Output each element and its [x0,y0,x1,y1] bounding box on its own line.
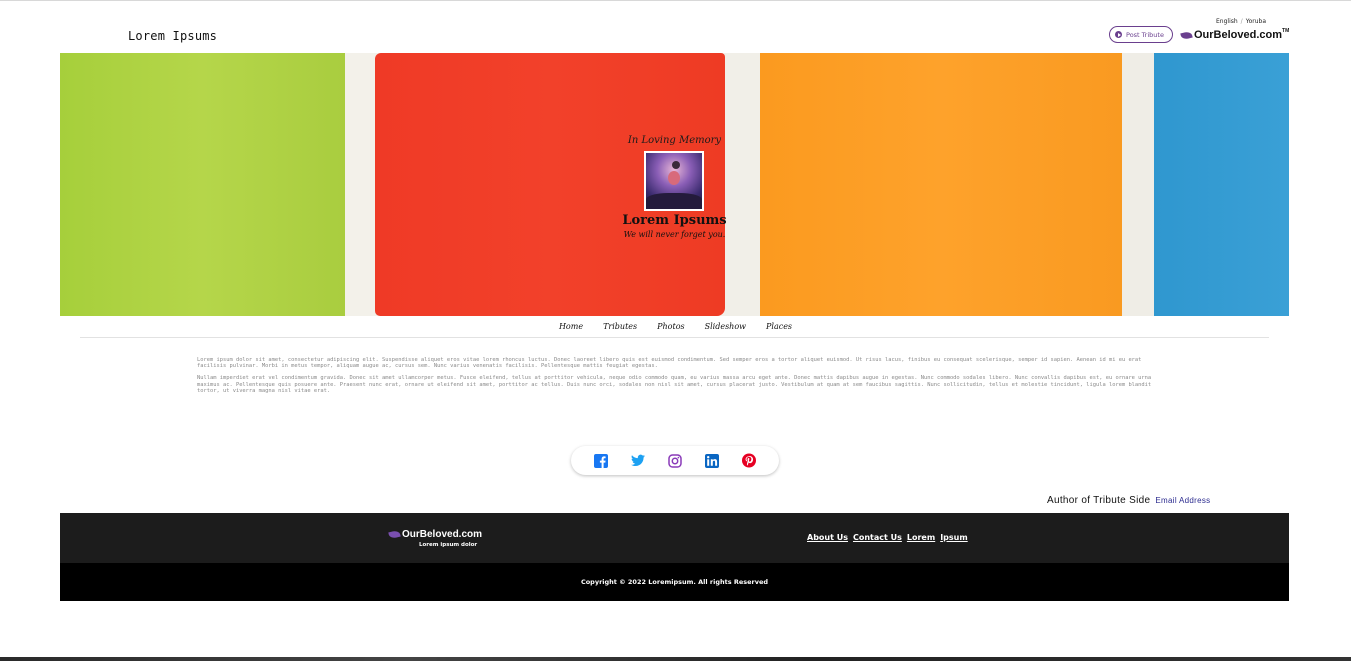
in-loving-memory-label: In Loving Memory [627,135,722,146]
footer-link-ipsum[interactable]: Ipsum [940,533,968,542]
twitter-icon[interactable] [631,454,646,468]
social-share-bar [571,446,779,475]
top-divider [0,0,1351,1]
leaf-logo-icon [388,529,401,540]
pinterest-icon[interactable] [741,453,756,468]
footer-link-contact-us[interactable]: Contact Us [853,533,902,542]
footer-top: OurBeloved.com Lorem ipsum dolor About U… [60,513,1289,563]
memorial-photo[interactable] [644,151,704,211]
main-nav: Home Tributes Photos Slideshow Places [0,322,1351,331]
post-tribute-button[interactable]: Post Tribute [1109,26,1173,43]
facebook-icon[interactable] [594,453,609,468]
leaf-logo-icon [1180,30,1193,40]
photo-detail [668,171,680,185]
paragraph: Nullam imperdiet erat vel condimentum gr… [197,375,1152,394]
window-bottom-edge [0,657,1351,661]
post-tribute-label: Post Tribute [1126,30,1164,39]
nav-home[interactable]: Home [559,322,583,331]
white-stripe [1122,53,1154,316]
footer-link-about-us[interactable]: About Us [807,533,848,542]
nav-divider [80,337,1269,338]
copyright-text: Copyright © 2022 Loremipsum. All rights … [580,578,769,586]
blue-stripe [1154,53,1289,316]
lang-english-link[interactable]: English [1216,18,1238,25]
green-stripe [60,53,345,316]
photo-detail [672,161,680,169]
nav-slideshow[interactable]: Slideshow [705,322,746,331]
footer-bottom: Copyright © 2022 Loremipsum. All rights … [60,563,1289,601]
photo-detail [646,193,702,209]
site-title: Lorem Ipsums [128,29,218,43]
author-info: Author of Tribute Side Email Address [1047,495,1210,506]
tribute-text: Lorem ipsum dolor sit amet, consectetur … [197,357,1157,400]
nav-photos[interactable]: Photos [657,322,685,331]
white-stripe [345,53,375,316]
author-email-link[interactable]: Email Address [1155,496,1210,505]
linkedin-icon[interactable] [704,453,719,468]
footer-brand-logo[interactable]: OurBeloved.com [388,529,483,540]
footer-link-lorem[interactable]: Lorem [907,533,935,542]
language-switcher: English / Yoruba [1216,18,1266,25]
play-circle-icon [1115,31,1122,38]
footer-links: About Us Contact Us Lorem Ipsum [807,533,968,542]
deceased-name: Lorem Ipsums [622,213,727,228]
footer-tagline: Lorem ipsum dolor [419,542,478,548]
nav-places[interactable]: Places [766,322,792,331]
nav-tributes[interactable]: Tributes [603,322,637,331]
brand-name: OurBeloved.com [1194,29,1283,41]
lang-separator: / [1240,18,1243,25]
author-label: Author of Tribute Side [1047,495,1151,506]
footer-brand-name: OurBeloved.com [402,529,483,540]
brand-logo[interactable]: OurBeloved.com TM [1180,28,1290,41]
orange-stripe [760,53,1122,316]
paragraph: Lorem ipsum dolor sit amet, consectetur … [197,357,1142,370]
trademark: TM [1282,28,1290,34]
white-stripe [725,53,760,316]
instagram-icon[interactable] [668,453,682,468]
lang-yoruba-link[interactable]: Yoruba [1246,18,1266,25]
hero-banner: In Loving Memory Lorem Ipsums We will ne… [60,53,1289,316]
memorial-subtitle: We will never forget you. [623,230,726,239]
